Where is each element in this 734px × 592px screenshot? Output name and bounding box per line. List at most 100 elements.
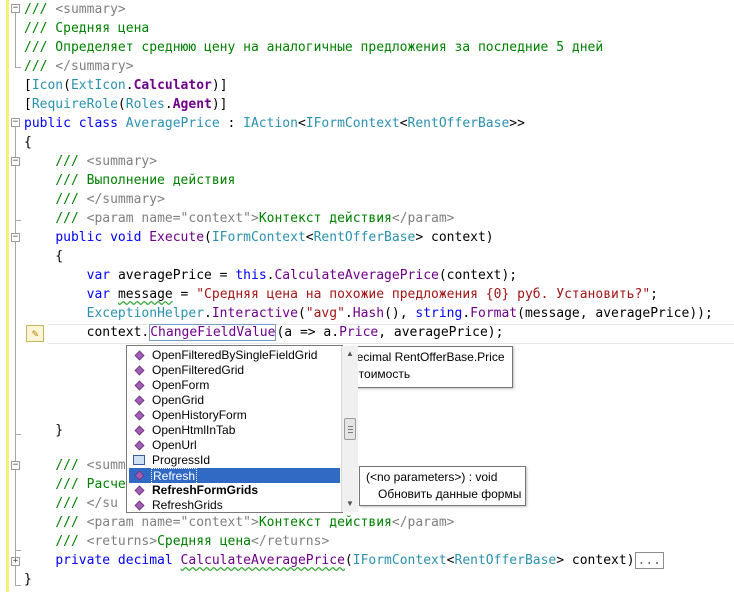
collapse-toggle-icon[interactable]: − [11, 157, 20, 166]
code-editor[interactable]: − − − − − + ✎ /// <summary>/// Средняя ц… [0, 0, 734, 592]
method-icon [134, 440, 145, 451]
code-token: /// [55, 496, 87, 511]
quickinfo-tooltip: decimal RentOfferBase.Price Стоимость [343, 346, 513, 388]
completion-scrollbar[interactable]: ▲ ▼ [341, 346, 358, 512]
code-token: ( [63, 78, 71, 93]
completion-item-label: RefreshGrids [152, 498, 223, 512]
code-line[interactable]: ExceptionHelper.Interactive("avg".Hash()… [24, 304, 713, 323]
completion-item-label: OpenGrid [152, 393, 205, 407]
code-token: </summary> [55, 59, 134, 74]
outline-end [15, 434, 21, 435]
code-token: /// [55, 515, 87, 530]
code-line[interactable]: public class AveragePrice : IAction<IFor… [24, 114, 525, 133]
code-line[interactable]: public void Execute(IFormContext<RentOff… [24, 228, 494, 247]
scroll-up-icon[interactable]: ▲ [342, 346, 358, 362]
code-line[interactable]: /// </summary> [24, 57, 134, 76]
code-token: public void [55, 230, 150, 245]
code-line[interactable]: [Icon(ExtIcon.Calculator)] [24, 76, 228, 95]
code-token: <returns> [86, 534, 158, 549]
code-token: <summary> [86, 154, 158, 169]
code-token: /// Расче [55, 477, 126, 492]
code-line[interactable]: /// <summary> [24, 152, 157, 171]
completion-item[interactable]: OpenHtmlInTab [129, 423, 340, 438]
code-line[interactable]: /// Средняя цена [24, 19, 149, 38]
code-line[interactable]: /// <param name="context">Контекст дейст… [24, 209, 454, 228]
code-token: (context); [438, 268, 518, 283]
code-line[interactable]: /// <summ [24, 456, 126, 475]
code-line[interactable]: /// <param name="context">Контекст дейст… [24, 513, 455, 532]
collapse-toggle-icon[interactable]: − [11, 118, 20, 127]
completion-item[interactable]: RefreshFormGrids [129, 483, 340, 498]
code-line[interactable]: } [24, 570, 32, 589]
code-token: IAction [243, 116, 298, 131]
code-token: } [24, 572, 32, 587]
method-icon [134, 485, 145, 496]
code-line[interactable]: var averagePrice = this.CalculateAverage… [24, 266, 518, 285]
completion-item[interactable]: ProgressId [129, 453, 340, 468]
code-line[interactable]: /// <summary> [24, 0, 126, 19]
code-line[interactable]: /// Расче [24, 475, 126, 494]
code-token: < [399, 116, 408, 131]
code-token: Roles [125, 97, 165, 112]
code-token: } [24, 423, 64, 438]
code-token: IFormContext [305, 116, 400, 131]
code-token: Icon [31, 78, 64, 93]
completion-item[interactable]: OpenForm [129, 378, 340, 393]
collapse-toggle-icon[interactable]: − [11, 233, 20, 242]
collapse-toggle-icon[interactable]: − [11, 461, 20, 470]
code-line[interactable]: [RequireRole(Roles.Agent)] [24, 95, 228, 114]
code-token: /// [55, 211, 87, 226]
code-token: ChangeFieldValue [149, 324, 277, 341]
code-token: Средняя цена [157, 534, 251, 549]
completion-item[interactable]: OpenUrl [129, 438, 340, 453]
method-icon [134, 470, 145, 481]
code-line[interactable]: var message = "Средняя цена на похожие п… [24, 285, 658, 304]
code-token: public class [24, 116, 126, 131]
code-line[interactable]: /// </su [24, 494, 118, 513]
completion-item[interactable]: OpenFilteredBySingleFieldGrid [129, 348, 340, 363]
code-token: Execute [149, 230, 205, 245]
method-icon [134, 365, 145, 376]
code-token: . [462, 306, 471, 321]
scroll-down-icon[interactable]: ▼ [342, 496, 358, 512]
code-line[interactable]: /// Выполнение действия [24, 171, 235, 190]
expand-toggle-icon[interactable]: + [11, 557, 20, 566]
code-token: <param name="context"> [86, 515, 259, 530]
collapse-toggle-icon[interactable]: − [11, 4, 20, 13]
completion-item[interactable]: OpenHistoryForm [129, 408, 340, 423]
scroll-thumb[interactable] [344, 418, 356, 440]
code-token: )] [211, 97, 228, 112]
completion-item-label: OpenUrl [152, 438, 197, 452]
completion-item[interactable]: OpenGrid [129, 393, 340, 408]
code-token: < [305, 230, 314, 245]
code-line[interactable]: context.ChangeFieldValue(a => a.Price, a… [24, 323, 503, 342]
code-token: /// [24, 2, 56, 17]
method-icon [134, 410, 145, 421]
completion-item[interactable]: OpenFilteredGrid [129, 363, 340, 378]
code-token: private decimal [55, 553, 181, 568]
code-token: /// Выполнение действия [55, 173, 236, 188]
code-token: CalculateAveragePrice [274, 268, 439, 283]
code-line[interactable]: private decimal CalculateAveragePrice(IF… [24, 551, 665, 570]
code-line[interactable]: { [24, 247, 63, 266]
code-line[interactable]: { [24, 133, 32, 152]
collapsed-region-button[interactable]: ... [634, 552, 665, 569]
code-token: </param> [391, 515, 455, 530]
code-token: <summ [86, 458, 126, 473]
code-line[interactable]: /// <returns>Средняя цена</returns> [24, 532, 329, 551]
code-line[interactable]: } [24, 421, 63, 440]
code-token: ExceptionHelper [86, 306, 205, 321]
outline-line [15, 470, 16, 550]
outline-line [15, 166, 16, 220]
completion-item[interactable]: RefreshGrids [129, 498, 340, 513]
code-line[interactable]: /// </summary> [24, 190, 165, 209]
code-line[interactable]: /// Определяет среднюю цену на аналогичн… [24, 38, 603, 57]
code-token: > context) [415, 230, 494, 245]
completion-item[interactable]: Refresh [129, 468, 340, 485]
completion-list[interactable]: OpenFilteredBySingleFieldGrid OpenFiltere… [126, 345, 358, 513]
